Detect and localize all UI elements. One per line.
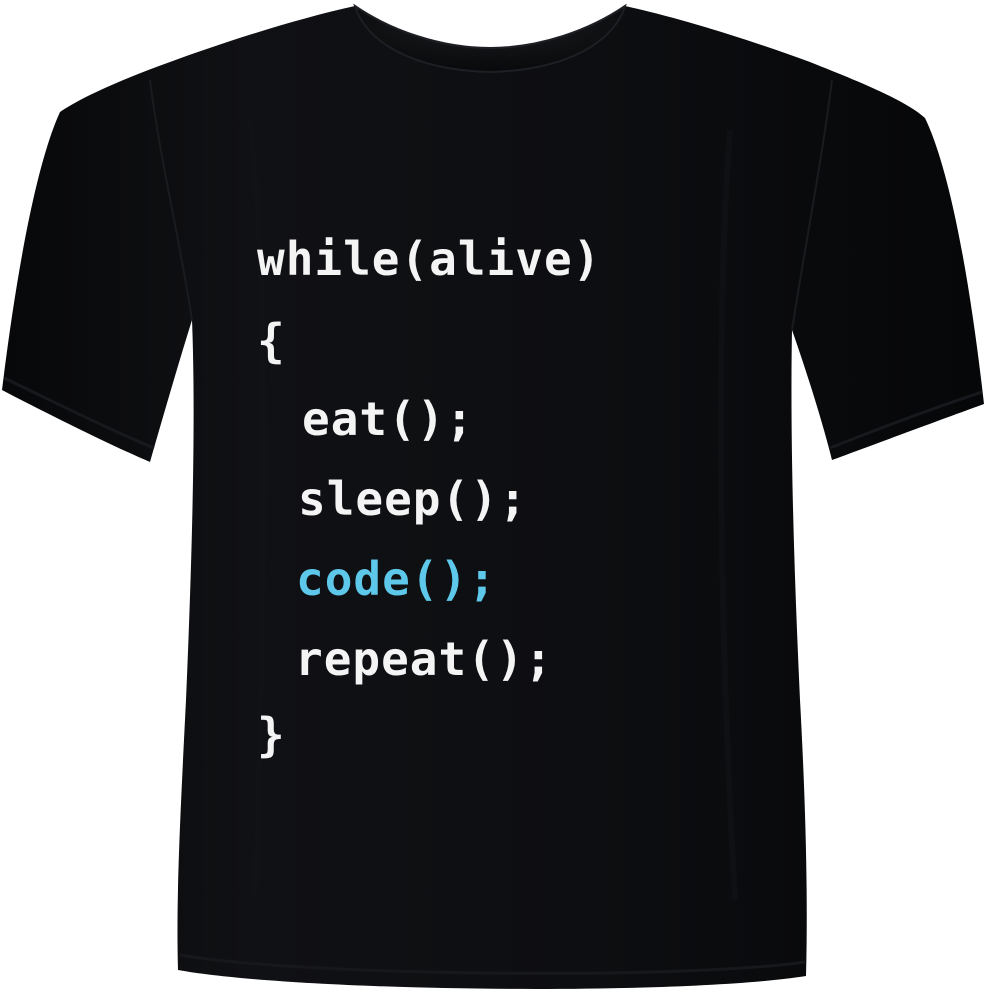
code-line-eat: eat();	[302, 392, 475, 446]
code-line-repeat: repeat();	[295, 632, 554, 686]
code-line-while: while(alive)	[257, 232, 602, 286]
product-photo: while(alive) { eat(); sleep(); code(); r…	[0, 0, 984, 1000]
code-line-close-brace: }	[257, 708, 286, 762]
code-line-open-brace: {	[257, 314, 286, 368]
shirt-print: while(alive) { eat(); sleep(); code(); r…	[0, 0, 984, 1000]
code-line-code: code();	[296, 552, 497, 606]
code-line-sleep: sleep();	[298, 472, 528, 526]
